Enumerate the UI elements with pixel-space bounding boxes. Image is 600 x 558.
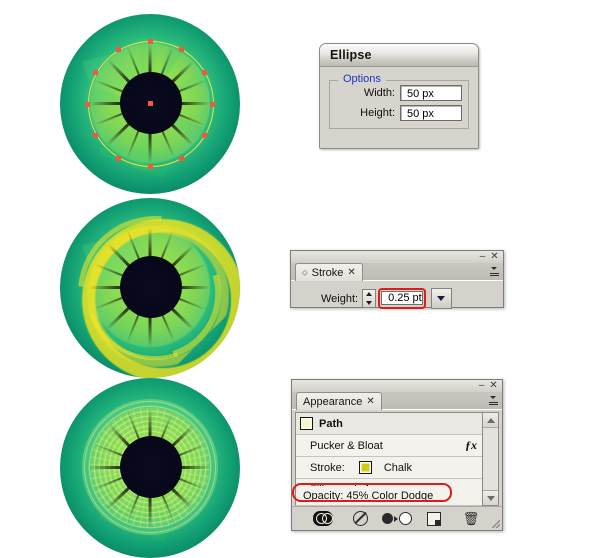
path-swatch-icon xyxy=(300,417,313,430)
height-input[interactable]: 50 px xyxy=(400,105,462,121)
stroke-color-swatch-icon[interactable] xyxy=(358,461,372,474)
palette-flyout-menu-icon[interactable] xyxy=(487,265,501,278)
menu-line xyxy=(488,404,498,405)
tab-stroke-label: Stroke xyxy=(311,266,344,279)
path-anchor-point[interactable] xyxy=(201,70,207,75)
minimize-icon[interactable]: – xyxy=(476,381,487,391)
clear-appearance-icon[interactable] xyxy=(350,511,370,526)
pupil xyxy=(120,256,182,318)
diamond-icon: ⬦ xyxy=(302,267,308,277)
path-anchor-point[interactable] xyxy=(210,101,215,107)
toggle-visibility-icon[interactable] xyxy=(313,511,333,526)
tab-stroke[interactable]: ⬦ Stroke ✕ xyxy=(295,263,363,281)
appearance-palette-footer: 🗑 xyxy=(292,506,502,530)
eye-illustration-step-1 xyxy=(60,14,240,194)
appearance-palette-titlebar[interactable]: – ✕ xyxy=(292,380,502,392)
path-anchor-point[interactable] xyxy=(147,38,153,44)
path-anchor-point[interactable] xyxy=(93,70,98,75)
scroll-up-button[interactable] xyxy=(483,413,498,428)
path-anchor-point[interactable] xyxy=(85,101,90,107)
stroke-palette-tabstrip: ⬦ Stroke ✕ xyxy=(291,263,503,281)
weight-input[interactable]: 0.25 pt xyxy=(381,291,423,305)
list-item-stroke[interactable]: Stroke: Chalk xyxy=(296,457,484,479)
menu-line xyxy=(489,272,499,274)
opacity-label: Opacity: 45% Color Dodge xyxy=(303,489,434,502)
chevron-down-icon xyxy=(491,267,497,270)
weight-dropdown-button[interactable] xyxy=(430,288,452,309)
eye-illustration-step-2 xyxy=(60,198,240,378)
path-anchor-point[interactable] xyxy=(93,133,98,138)
stroke-palette: – ✕ ⬦ Stroke ✕ Weight: 0.25 pt xyxy=(290,250,504,309)
stroke-palette-titlebar[interactable]: – ✕ xyxy=(291,251,503,263)
path-center-point[interactable] xyxy=(148,101,153,106)
chevron-down-icon xyxy=(437,296,446,301)
height-field-row: Height: 50 px xyxy=(336,105,462,121)
chevron-up-icon xyxy=(486,417,495,423)
appearance-list-scrollbar[interactable] xyxy=(482,412,499,506)
chevron-down-icon xyxy=(486,495,495,501)
ellipse-dialog-title: Ellipse xyxy=(330,48,372,62)
weight-label: Weight: xyxy=(321,292,359,305)
duplicate-item-icon[interactable] xyxy=(382,511,412,526)
stroke-label: Stroke: xyxy=(310,461,345,474)
path-anchor-point[interactable] xyxy=(116,47,121,52)
path-anchor-point[interactable] xyxy=(179,155,184,161)
delete-item-icon[interactable]: 🗑 xyxy=(461,511,481,526)
menu-line xyxy=(488,401,498,403)
close-icon[interactable]: ✕ xyxy=(489,252,500,262)
stroke-weight-row: Weight: 0.25 pt xyxy=(291,281,503,309)
stroke-brush-name: Chalk xyxy=(383,461,412,474)
ellipse-dialog: Ellipse Options Width: 50 px Height: 50 … xyxy=(319,43,479,149)
fx-icon[interactable]: ƒx xyxy=(465,438,477,453)
resize-grip[interactable] xyxy=(492,520,500,528)
iris-clip xyxy=(60,378,240,558)
list-item-path[interactable]: Path xyxy=(296,413,484,435)
appearance-palette: – ✕ Appearance ✕ Path Pucker & Bloat ƒx … xyxy=(291,379,503,531)
tab-close-icon[interactable]: ✕ xyxy=(366,396,374,407)
close-icon[interactable]: ✕ xyxy=(488,381,499,391)
options-legend: Options xyxy=(340,73,384,85)
new-art-basic-appearance-icon[interactable] xyxy=(424,511,444,526)
weight-stepper[interactable] xyxy=(362,289,377,308)
stepper-up-icon[interactable] xyxy=(366,292,373,297)
tab-close-icon[interactable]: ✕ xyxy=(347,267,355,278)
width-field-row: Width: 50 px xyxy=(336,85,462,101)
scroll-down-button[interactable] xyxy=(483,490,498,505)
list-item-effect[interactable]: Pucker & Bloat ƒx xyxy=(296,435,484,457)
menu-line xyxy=(489,275,499,276)
width-label: Width: xyxy=(363,87,395,99)
ellipse-dialog-body: Options Width: 50 px Height: 50 px xyxy=(320,67,478,129)
height-label: Height: xyxy=(360,107,395,119)
path-label: Path xyxy=(319,417,343,430)
iris-clip xyxy=(60,198,240,378)
stepper-down-icon[interactable] xyxy=(366,300,373,305)
weight-highlight-annotation: 0.25 pt xyxy=(378,288,426,309)
tab-appearance-label: Appearance xyxy=(303,395,363,408)
path-anchor-point[interactable] xyxy=(201,133,207,138)
path-anchor-point[interactable] xyxy=(116,155,121,161)
path-anchor-point[interactable] xyxy=(179,47,184,52)
chevron-down-icon xyxy=(490,396,496,399)
ellipse-dialog-titlebar[interactable]: Ellipse xyxy=(320,44,478,67)
palette-flyout-menu-icon[interactable] xyxy=(486,394,500,407)
pupil xyxy=(120,436,182,498)
width-input[interactable]: 50 px xyxy=(400,85,462,101)
minimize-icon[interactable]: – xyxy=(477,252,488,262)
tab-appearance[interactable]: Appearance ✕ xyxy=(296,392,382,410)
effect-label: Pucker & Bloat xyxy=(310,439,383,452)
options-fieldset: Options Width: 50 px Height: 50 px xyxy=(329,73,469,129)
path-anchor-point[interactable] xyxy=(147,164,153,169)
list-item-opacity[interactable]: Opacity: 45% Color Dodge xyxy=(292,483,491,506)
eye-illustration-step-3 xyxy=(60,378,240,558)
appearance-palette-tabstrip: Appearance ✕ xyxy=(292,392,502,410)
